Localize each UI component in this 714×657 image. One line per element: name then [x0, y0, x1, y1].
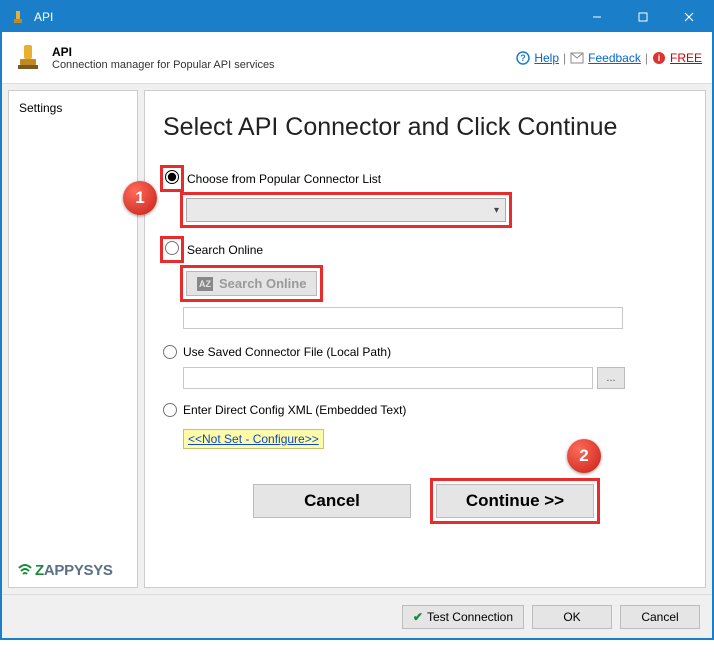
- svg-text:?: ?: [521, 53, 527, 63]
- radio-popular[interactable]: [165, 170, 179, 184]
- label-saved: Use Saved Connector File (Local Path): [183, 345, 391, 359]
- footer: ✔ Test Connection OK Cancel: [2, 594, 712, 638]
- radio-saved[interactable]: [163, 345, 177, 359]
- xml-configure-link[interactable]: <<Not Set - Configure>>: [183, 429, 324, 449]
- header-title: API: [52, 45, 516, 59]
- sidebar: Settings ZAPPYSYS: [8, 90, 138, 588]
- label-xml: Enter Direct Config XML (Embedded Text): [183, 403, 406, 417]
- action-row: Cancel 2 Continue >>: [163, 481, 687, 521]
- window-title: API: [34, 10, 574, 24]
- option-search: Search Online: [163, 239, 687, 260]
- page-title: Select API Connector and Click Continue: [163, 113, 687, 142]
- app-icon: [10, 9, 26, 25]
- continue-button[interactable]: Continue >>: [436, 484, 594, 518]
- label-search: Search Online: [187, 243, 263, 257]
- search-online-button-label: Search Online: [219, 276, 306, 291]
- header: API Connection manager for Popular API s…: [2, 32, 712, 84]
- info-icon: i: [652, 51, 666, 65]
- test-connection-button[interactable]: ✔ Test Connection: [402, 605, 524, 629]
- app-window: API API Connection manager for Popular A…: [0, 0, 714, 640]
- cancel-button[interactable]: Cancel: [253, 484, 411, 518]
- sidebar-item-settings[interactable]: Settings: [15, 97, 131, 119]
- brand-icon: [17, 564, 33, 578]
- step-badge-2: 2: [567, 439, 601, 473]
- svg-text:i: i: [658, 53, 661, 63]
- close-button[interactable]: [666, 2, 712, 32]
- check-icon: ✔: [413, 610, 423, 624]
- ok-button[interactable]: OK: [532, 605, 612, 629]
- brand-rest: APPYSYS: [44, 562, 113, 579]
- free-link[interactable]: FREE: [670, 51, 702, 65]
- feedback-link[interactable]: Feedback: [588, 51, 641, 65]
- search-input[interactable]: [183, 307, 623, 329]
- label-popular: Choose from Popular Connector List: [187, 172, 381, 186]
- step-badge-1: 1: [123, 181, 157, 215]
- brand-logo: ZAPPYSYS: [17, 562, 113, 579]
- option-popular: Choose from Popular Connector List: [163, 168, 687, 189]
- mail-icon: [570, 51, 584, 65]
- radio-search[interactable]: [165, 241, 179, 255]
- test-connection-label: Test Connection: [427, 610, 513, 624]
- help-links: ? Help | Feedback | i FREE: [516, 51, 702, 65]
- browse-button[interactable]: ...: [597, 367, 625, 389]
- footer-cancel-button[interactable]: Cancel: [620, 605, 700, 629]
- main-panel: Select API Connector and Click Continue …: [144, 90, 706, 588]
- header-subtitle: Connection manager for Popular API servi…: [52, 59, 516, 71]
- header-icon: [12, 37, 44, 79]
- help-icon: ?: [516, 51, 530, 65]
- az-icon: AZ: [197, 277, 213, 291]
- titlebar: API: [2, 2, 712, 32]
- option-xml: Enter Direct Config XML (Embedded Text): [163, 403, 687, 417]
- popular-dropdown[interactable]: ▾: [186, 198, 506, 222]
- body: Settings ZAPPYSYS Select API Connector a…: [2, 84, 712, 594]
- brand-prefix: Z: [35, 562, 44, 579]
- chevron-down-icon: ▾: [494, 205, 499, 216]
- maximize-button[interactable]: [620, 2, 666, 32]
- help-link[interactable]: Help: [534, 51, 559, 65]
- radio-xml[interactable]: [163, 403, 177, 417]
- minimize-button[interactable]: [574, 2, 620, 32]
- search-online-button[interactable]: AZ Search Online: [186, 271, 317, 296]
- saved-path-input[interactable]: [183, 367, 593, 389]
- option-saved: Use Saved Connector File (Local Path): [163, 345, 687, 359]
